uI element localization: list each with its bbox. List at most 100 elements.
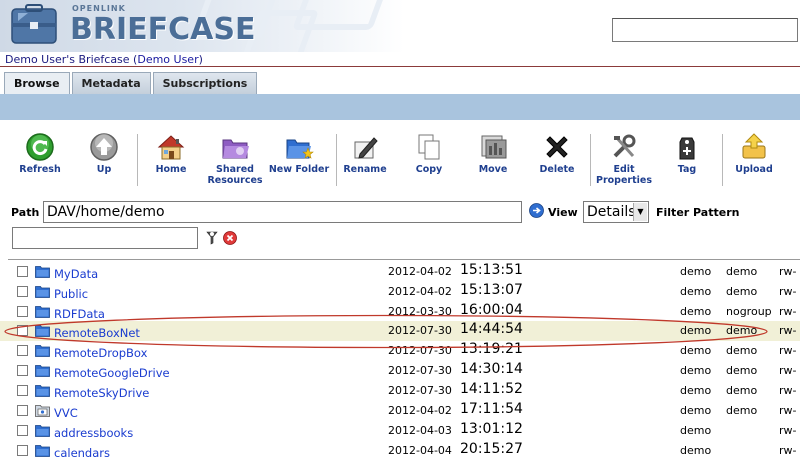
file-name-link[interactable]: RDFData xyxy=(54,307,105,321)
row-checkbox[interactable] xyxy=(17,286,28,297)
refresh-button[interactable]: Refresh xyxy=(8,132,72,175)
tag-button[interactable]: Tag xyxy=(655,132,719,175)
file-time: 14:44:54 xyxy=(460,321,523,337)
table-row[interactable]: VVC 2012-04-02 17:11:54 demo demo rw- xyxy=(0,401,800,421)
row-checkbox[interactable] xyxy=(17,266,28,277)
row-checkbox[interactable] xyxy=(17,445,28,456)
file-name-link[interactable]: RemoteGoogleDrive xyxy=(54,366,170,380)
go-arrow-icon[interactable] xyxy=(529,203,544,218)
row-checkbox[interactable] xyxy=(17,425,28,436)
up-button[interactable]: Up xyxy=(72,132,136,175)
shared-resources-button[interactable]: Shared Resources xyxy=(203,132,267,186)
table-row-highlighted[interactable]: RemoteBoxNet 2012-07-30 14:44:54 demo de… xyxy=(0,321,800,341)
file-owner: demo xyxy=(680,285,712,298)
file-time: 20:15:27 xyxy=(460,441,523,457)
search-input[interactable] xyxy=(612,18,798,42)
upload-button[interactable]: Upload xyxy=(722,132,786,175)
row-checkbox[interactable] xyxy=(17,306,28,317)
file-time: 16:00:04 xyxy=(460,302,523,318)
table-row[interactable]: RemoteDropBox 2012-07-30 13:19:21 demo d… xyxy=(0,341,800,361)
file-date: 2012-04-04 xyxy=(388,444,452,457)
table-row[interactable]: addressbooks 2012-04-03 13:01:12 demo rw… xyxy=(0,421,800,441)
file-time: 17:11:54 xyxy=(460,401,523,417)
filter-pattern-label: Filter Pattern xyxy=(656,206,740,219)
file-name-link[interactable]: RemoteSkyDrive xyxy=(54,386,149,400)
table-row[interactable]: RemoteSkyDrive 2012-07-30 14:11:52 demo … xyxy=(0,381,800,401)
row-checkbox[interactable] xyxy=(17,405,28,416)
rename-button[interactable]: Rename xyxy=(333,132,397,175)
tab-bar: Browse Metadata Subscriptions xyxy=(4,72,259,94)
view-select[interactable]: Details ▼ xyxy=(583,201,649,223)
home-label: Home xyxy=(155,164,187,175)
owner-user-link[interactable]: Demo User xyxy=(137,53,198,66)
row-checkbox[interactable] xyxy=(17,365,28,376)
edit-properties-label-line1: Edit xyxy=(613,164,635,175)
table-row[interactable]: Public 2012-04-02 15:13:07 demo demo rw- xyxy=(0,282,800,302)
file-name-link[interactable]: MyData xyxy=(54,267,98,281)
folder-icon xyxy=(35,445,50,457)
file-owner: demo xyxy=(680,324,712,337)
filter-funnel-icon[interactable] xyxy=(206,231,218,245)
file-group: demo xyxy=(726,265,758,278)
path-input[interactable]: DAV/home/demo xyxy=(43,201,522,223)
rename-label: Rename xyxy=(343,164,387,175)
delete-button[interactable]: Delete xyxy=(525,132,589,175)
up-arrow-icon xyxy=(90,133,118,161)
dropdown-arrow-icon[interactable]: ▼ xyxy=(633,203,647,221)
file-group: demo xyxy=(726,344,758,357)
tab-metadata[interactable]: Metadata xyxy=(71,72,151,94)
clear-filter-icon[interactable] xyxy=(223,231,237,245)
file-permissions: rw- xyxy=(779,285,797,298)
file-name-link[interactable]: addressbooks xyxy=(54,426,133,440)
file-date: 2012-07-30 xyxy=(388,344,452,357)
folder-icon xyxy=(35,306,50,318)
file-name-link[interactable]: RemoteDropBox xyxy=(54,346,147,360)
home-icon xyxy=(157,135,185,160)
tab-subscriptions[interactable]: Subscriptions xyxy=(152,72,258,94)
table-row[interactable]: RemoteGoogleDrive 2012-07-30 14:30:14 de… xyxy=(0,361,800,381)
tab-browse[interactable]: Browse xyxy=(4,72,70,94)
rename-pen-icon xyxy=(354,137,378,159)
toolbar: Refresh Up Home Shared Resources New Fol… xyxy=(0,126,800,192)
file-permissions: rw- xyxy=(779,265,797,278)
up-label: Up xyxy=(96,164,112,175)
file-permissions: rw- xyxy=(779,404,797,417)
file-owner: demo xyxy=(680,424,712,437)
table-row[interactable]: MyData 2012-04-02 15:13:51 demo demo rw- xyxy=(0,262,800,282)
file-permissions: rw- xyxy=(779,364,797,377)
file-owner: demo xyxy=(680,384,712,397)
row-checkbox[interactable] xyxy=(17,385,28,396)
file-owner: demo xyxy=(680,344,712,357)
file-date: 2012-04-02 xyxy=(388,285,452,298)
file-name-link[interactable]: RemoteBoxNet xyxy=(54,326,140,340)
file-name-link[interactable]: VVC xyxy=(54,406,78,420)
copy-button[interactable]: Copy xyxy=(397,132,461,175)
file-date: 2012-03-30 xyxy=(388,305,452,318)
file-group: demo xyxy=(726,364,758,377)
file-name-link[interactable]: calendars xyxy=(54,446,110,460)
file-owner: demo xyxy=(680,364,712,377)
file-name-link[interactable]: Public xyxy=(54,287,88,301)
upload-label: Upload xyxy=(735,164,773,175)
delete-x-icon xyxy=(546,136,568,158)
file-time: 15:13:07 xyxy=(460,282,523,298)
file-date: 2012-07-30 xyxy=(388,324,452,337)
file-owner: demo xyxy=(680,305,712,318)
edit-properties-button[interactable]: Edit Properties xyxy=(592,132,656,186)
table-row[interactable]: RDFData 2012-03-30 16:00:04 demo nogroup… xyxy=(0,302,800,322)
row-checkbox[interactable] xyxy=(17,325,28,336)
folder-icon xyxy=(35,325,50,337)
move-button[interactable]: Move xyxy=(461,132,525,175)
home-button[interactable]: Home xyxy=(139,132,203,175)
filter-pattern-input[interactable] xyxy=(12,227,198,249)
edit-properties-label-line2: Properties xyxy=(596,175,652,186)
new-folder-button[interactable]: New Folder xyxy=(267,132,331,175)
move-icon xyxy=(481,135,507,159)
shared-resources-label-line1: Shared xyxy=(216,164,254,175)
row-checkbox[interactable] xyxy=(17,345,28,356)
path-label: Path xyxy=(11,206,40,219)
table-row[interactable]: calendars 2012-04-04 20:15:27 demo rw- xyxy=(0,441,800,461)
file-time: 14:11:52 xyxy=(460,381,523,397)
view-label: View xyxy=(548,206,578,219)
file-group: nogroup xyxy=(726,305,772,318)
